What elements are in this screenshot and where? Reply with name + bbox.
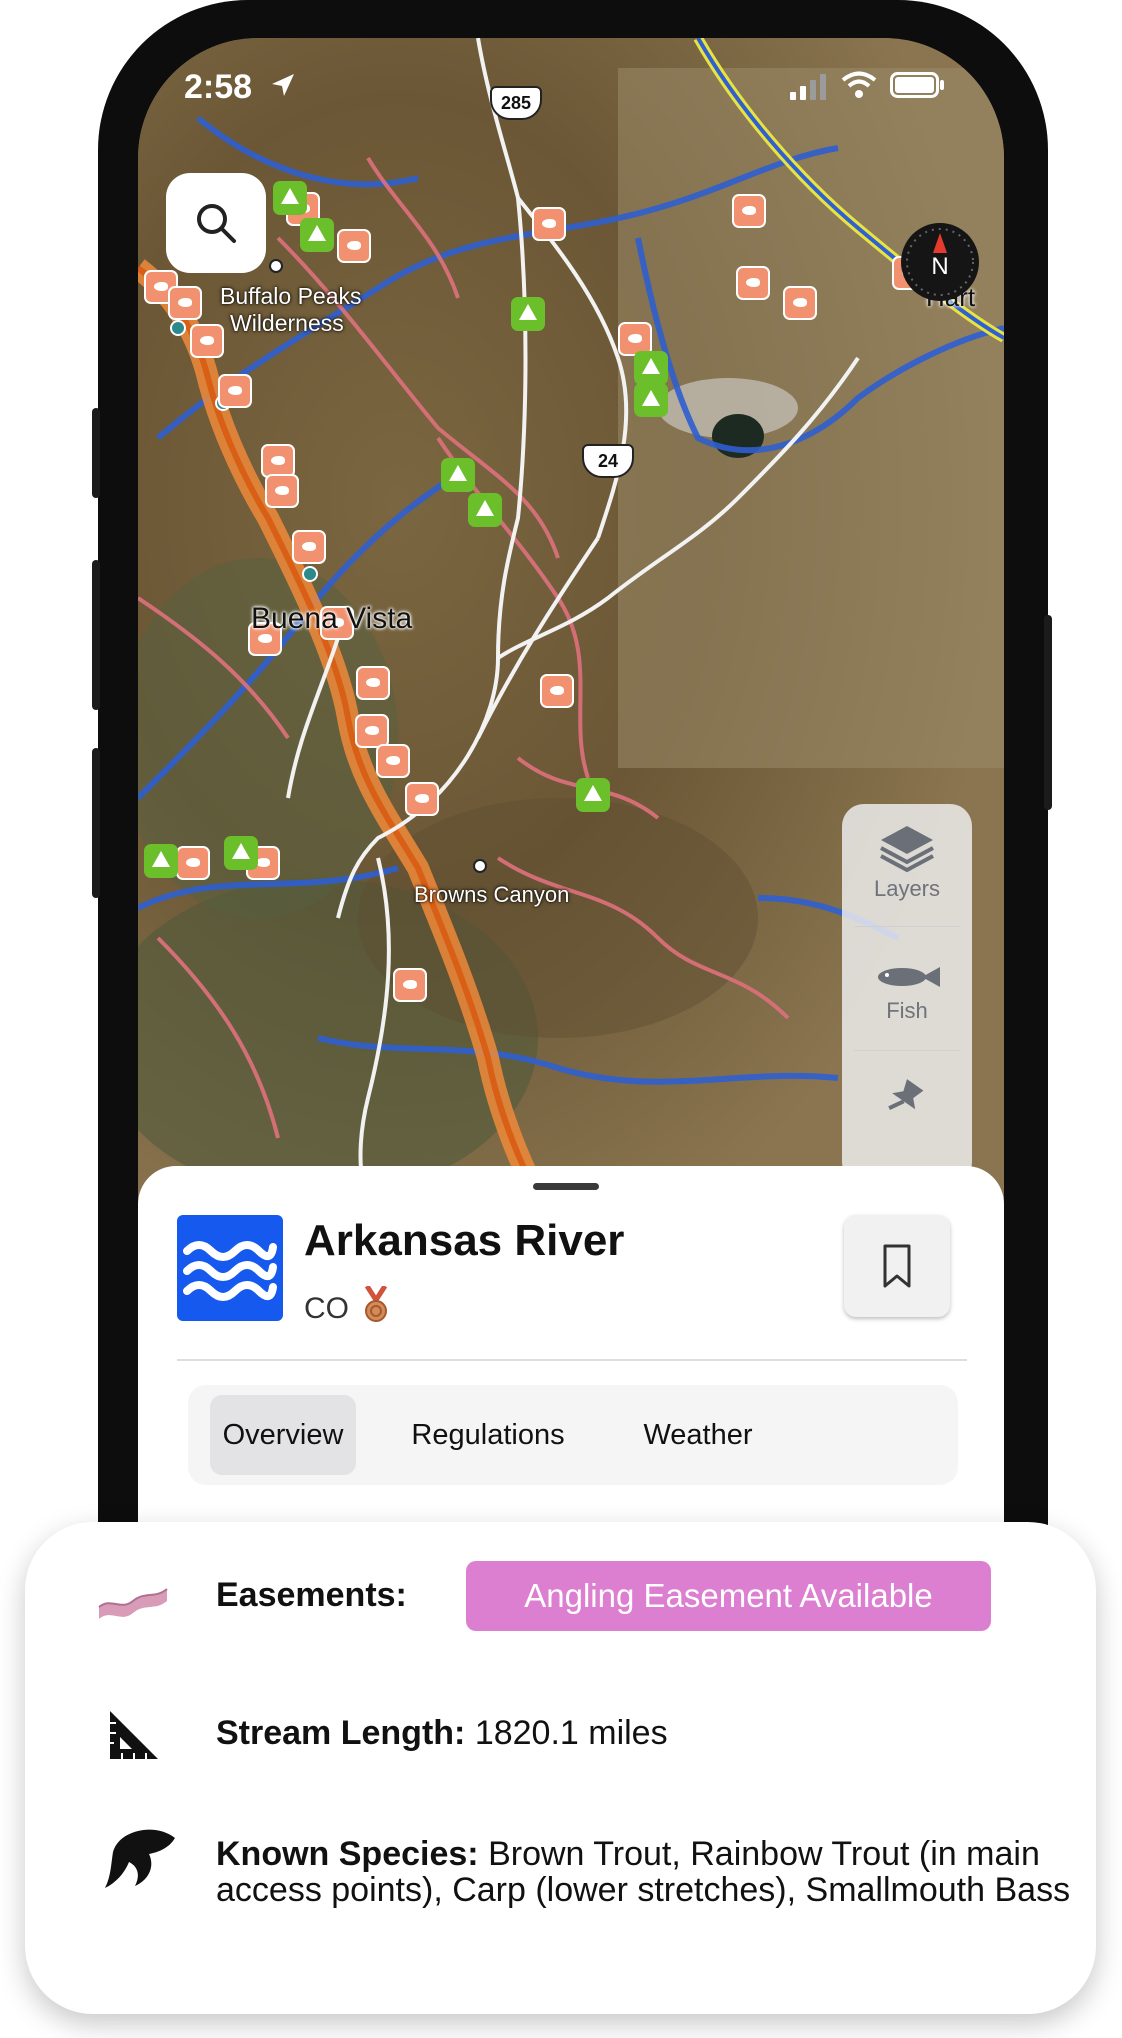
town-label: Buena Vista (251, 602, 413, 635)
access-point-marker[interactable] (265, 474, 299, 508)
known-species-label: Known Species: (216, 1835, 479, 1873)
access-point-marker[interactable] (783, 286, 817, 320)
state-code: CO (304, 1292, 349, 1325)
fish-button[interactable]: Fish (842, 928, 972, 1048)
place-label: Buffalo Peaks (220, 283, 362, 309)
campground-marker[interactable] (441, 458, 475, 492)
phone-power-button (1044, 615, 1052, 810)
access-point-marker[interactable] (292, 530, 326, 564)
state-label: CO (304, 1280, 388, 1326)
access-point-marker[interactable] (540, 674, 574, 708)
access-point-marker[interactable] (393, 968, 427, 1002)
phone-side-button (92, 408, 100, 498)
stream-length-row: Stream Length: 1820.1 miles (216, 1714, 668, 1753)
access-point-marker[interactable] (261, 444, 295, 478)
access-point-marker[interactable] (532, 207, 566, 241)
access-point-marker[interactable] (176, 846, 210, 880)
known-species-row: Known Species: Brown Trout, Rainbow Trou… (216, 1836, 1076, 1908)
search-button[interactable] (166, 173, 266, 273)
map-tools-panel: Layers Fish (842, 804, 972, 1184)
phone-screen: 285 24 Buffalo Peaks Wilderness Buena Vi… (138, 38, 1004, 1560)
campground-marker[interactable] (224, 836, 258, 870)
stream-length-label: Stream Length: (216, 1714, 466, 1752)
campground-marker[interactable] (634, 383, 668, 417)
compass-button[interactable]: N (901, 223, 979, 301)
medal-icon (365, 1284, 388, 1322)
search-icon (197, 204, 236, 243)
sheet-grabber[interactable] (533, 1183, 599, 1190)
campground-marker[interactable] (273, 181, 307, 215)
place-label: Wilderness (230, 310, 344, 336)
tab-overview[interactable]: Overview (210, 1395, 356, 1475)
access-point-marker[interactable] (356, 666, 390, 700)
bookmark-button[interactable] (844, 1215, 950, 1317)
ruler-icon (110, 1711, 158, 1759)
pin-button[interactable] (842, 1052, 972, 1182)
place-label: Browns Canyon (414, 882, 570, 907)
fish-label: Fish (886, 998, 928, 1023)
campground-marker[interactable] (300, 218, 334, 252)
phone-volume-up (92, 560, 100, 710)
map-view[interactable]: 285 24 Buffalo Peaks Wilderness Buena Vi… (138, 38, 1004, 1198)
easement-icon (98, 1588, 168, 1619)
highway-shield: 285 (490, 86, 542, 120)
layers-button[interactable]: Layers (842, 804, 972, 924)
access-point-marker[interactable] (218, 374, 252, 408)
layers-label: Layers (873, 876, 941, 901)
fish-silhouette-icon (105, 1829, 175, 1888)
campground-marker[interactable] (576, 778, 610, 812)
easements-label: Easements: (216, 1576, 407, 1614)
campground-marker[interactable] (468, 493, 502, 527)
detail-sheet: Arkansas River CO Overview Regulations W… (138, 1166, 1004, 1560)
signal-icon (790, 74, 826, 100)
campground-marker[interactable] (144, 844, 178, 878)
waves-icon (183, 1241, 277, 1301)
location-arrow-icon (272, 74, 294, 96)
fish-icon (878, 967, 940, 987)
highway-shield: 24 (582, 444, 634, 478)
sheet-divider (177, 1359, 967, 1361)
access-point-marker[interactable] (168, 286, 202, 320)
access-point-marker[interactable] (355, 714, 389, 748)
status-time: 2:58 (184, 68, 253, 106)
access-point-marker[interactable] (376, 744, 410, 778)
compass-letter: N (931, 253, 949, 280)
battery-icon (890, 72, 944, 98)
access-point-marker[interactable] (736, 266, 770, 300)
access-point-marker[interactable] (732, 194, 766, 228)
river-title: Arkansas River (304, 1216, 625, 1265)
access-point-marker[interactable] (190, 324, 224, 358)
tab-regulations[interactable]: Regulations (398, 1395, 578, 1475)
wifi-icon (841, 71, 877, 98)
easement-badge[interactable]: Angling Easement Available (466, 1561, 991, 1631)
details-card: Easements: Angling Easement Available St… (25, 1522, 1096, 2014)
layers-icon (880, 826, 934, 873)
bookmark-icon (883, 1244, 911, 1288)
segmented-tabs: Overview Regulations Weather (188, 1385, 958, 1485)
access-point-marker[interactable] (337, 229, 371, 263)
campground-marker[interactable] (634, 351, 668, 385)
access-point-marker[interactable] (405, 782, 439, 816)
tab-weather[interactable]: Weather (618, 1395, 778, 1475)
phone-volume-down (92, 748, 100, 898)
campground-marker[interactable] (511, 297, 545, 331)
river-type-icon (177, 1215, 283, 1321)
pin-icon (888, 1079, 924, 1110)
stream-length-value: 1820.1 miles (474, 1714, 668, 1752)
